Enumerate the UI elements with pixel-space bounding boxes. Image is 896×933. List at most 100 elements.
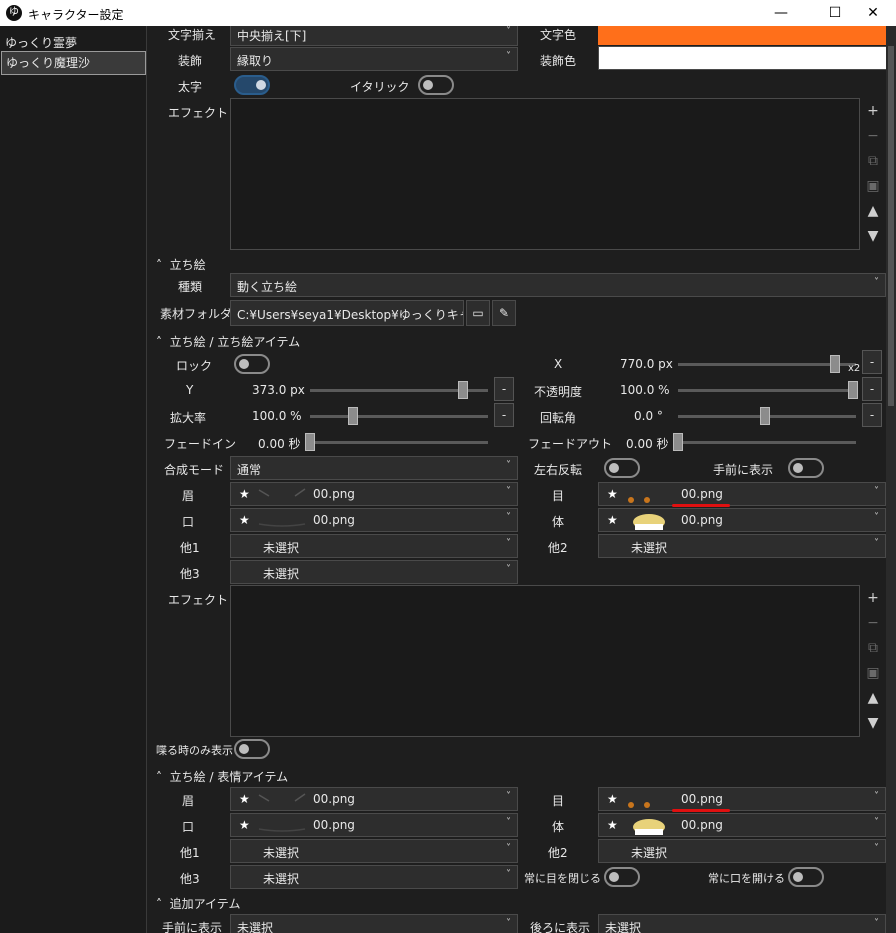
fadein-slider-thumb[interactable] [305,433,315,451]
character-item-reimu[interactable]: ゆっくり霊夢 [1,32,146,51]
close-eyes-toggle[interactable] [604,867,640,887]
rotation-value[interactable]: 0.0 ° [634,409,663,423]
red-underline [672,504,730,507]
brow-thumbnail [258,488,306,497]
scale-slider-track[interactable] [310,415,488,418]
expr-other2-select[interactable]: 未選択 ˅ [598,839,886,863]
tachie-type-select[interactable]: 動く立ち絵 ˅ [230,273,886,297]
scale-slider-thumb[interactable] [348,407,358,425]
open-mouth-label: 常に口を開ける [708,872,785,885]
expr-eye-label: 目 [552,794,565,808]
rotation-slider-thumb[interactable] [760,407,770,425]
other3-select[interactable]: 未選択 ˅ [230,560,518,584]
minimize-button[interactable]: — [758,0,804,26]
scrollbar-thumb[interactable] [888,46,894,406]
expr-mouth-select[interactable]: ★ 00.png ˅ [230,813,518,837]
fadein-slider-track[interactable] [310,441,488,444]
rotation-minus-button[interactable]: - [862,403,882,427]
expr-brow-label: 眉 [182,794,195,808]
fadeout-slider-thumb[interactable] [673,433,683,451]
expr-other3-select[interactable]: 未選択 ˅ [230,865,518,889]
section-extra[interactable]: ˄ 追加アイテム [156,895,240,912]
y-value[interactable]: 373.0 px [252,383,305,397]
character-item-marisa[interactable]: ゆっくり魔理沙 [1,51,146,75]
chevron-down-icon: ˅ [506,26,511,37]
blend-select[interactable]: 通常 ˅ [230,456,518,480]
decoration-select[interactable]: 縁取り ˅ [230,47,518,71]
vertical-scrollbar[interactable] [886,26,896,933]
edit-pencil-icon[interactable]: ✎ [492,300,516,326]
speak-only-toggle[interactable] [234,739,270,759]
flip-label: 左右反転 [534,463,583,477]
x-value[interactable]: 770.0 px [620,357,673,371]
section-expression[interactable]: ˄ 立ち絵 / 表情アイテム [156,768,288,785]
chevron-down-icon: ˅ [874,817,879,828]
fadeout-value[interactable]: 0.00 秒 [626,435,669,452]
fadein-label: フェードイン [164,437,237,451]
add-icon[interactable]: + [861,586,885,610]
move-down-icon[interactable]: ▼ [861,711,885,735]
x-label: X [554,357,563,371]
move-down-icon[interactable]: ▼ [861,224,885,248]
brow-thumbnail [258,793,306,802]
expr-other1-select[interactable]: 未選択 ˅ [230,839,518,863]
move-up-icon[interactable]: ▲ [861,199,885,223]
extra-front-select[interactable]: 未選択 ˅ [230,914,518,933]
flip-toggle[interactable] [604,458,640,478]
front-toggle[interactable] [788,458,824,478]
chevron-down-icon: ˅ [506,791,511,802]
open-mouth-toggle[interactable] [788,867,824,887]
lock-toggle[interactable] [234,354,270,374]
bold-label: 太字 [178,80,203,94]
fadein-value[interactable]: 0.00 秒 [258,435,301,452]
opacity-value[interactable]: 100.0 % [620,383,670,397]
x-minus-button[interactable]: - [862,350,882,374]
section-item[interactable]: ˄ 立ち絵 / 立ち絵アイテム [156,333,300,350]
effect-list[interactable] [230,98,860,250]
item-effect-list[interactable] [230,585,860,737]
scale-minus-button[interactable]: - [494,403,514,427]
opacity-slider-track[interactable] [678,389,856,392]
window-title: キャラクター設定 [28,8,124,22]
mouth-select[interactable]: ★ 00.png ˅ [230,508,518,532]
speak-only-label: 喋る時のみ表示 [156,744,233,757]
extra-back-select[interactable]: 未選択 ˅ [598,914,886,933]
remove-icon[interactable]: − [861,124,885,148]
section-tachie[interactable]: ˄ 立ち絵 [156,256,206,273]
opacity-minus-button[interactable]: - [862,377,882,401]
decoration-color-swatch[interactable] [598,46,888,70]
chevron-down-icon: ˅ [506,843,511,854]
body-select[interactable]: ★ 00.png ˅ [598,508,886,532]
y-slider-thumb[interactable] [458,381,468,399]
folder-open-icon[interactable]: ▭ [466,300,490,326]
expr-brow-select[interactable]: ★ 00.png ˅ [230,787,518,811]
other2-label: 他2 [548,541,568,555]
italic-toggle[interactable] [418,75,454,95]
y-minus-button[interactable]: - [494,377,514,401]
scale-value[interactable]: 100.0 % [252,409,302,423]
align-select[interactable]: 中央揃え[下] ˅ [230,26,518,46]
star-icon: ★ [607,487,618,501]
save-icon[interactable]: ▣ [861,174,885,198]
close-button[interactable]: ✕ [850,0,896,26]
text-color-swatch[interactable] [598,26,888,45]
folder-path-field[interactable]: C:¥Users¥seya1¥Desktop¥ゆっくりキャラ素材¥ [230,300,464,326]
save-icon[interactable]: ▣ [861,661,885,685]
remove-icon[interactable]: − [861,611,885,635]
eye-select[interactable]: ★ 00.png ˅ [598,482,886,506]
copy-icon[interactable]: ⧉ [861,149,885,173]
fadeout-slider-track[interactable] [678,441,856,444]
brow-select[interactable]: ★ 00.png ˅ [230,482,518,506]
move-up-icon[interactable]: ▲ [861,686,885,710]
copy-icon[interactable]: ⧉ [861,636,885,660]
other1-select[interactable]: 未選択 ˅ [230,534,518,558]
star-icon: ★ [607,513,618,527]
bold-toggle[interactable] [234,75,270,95]
x-slider-thumb[interactable] [830,355,840,373]
expr-eye-select[interactable]: ★ 00.png ˅ [598,787,886,811]
opacity-slider-thumb[interactable] [848,381,858,399]
y-label: Y [186,383,194,397]
other2-select[interactable]: 未選択 ˅ [598,534,886,558]
expr-body-select[interactable]: ★ 00.png ˅ [598,813,886,837]
add-icon[interactable]: + [861,99,885,123]
